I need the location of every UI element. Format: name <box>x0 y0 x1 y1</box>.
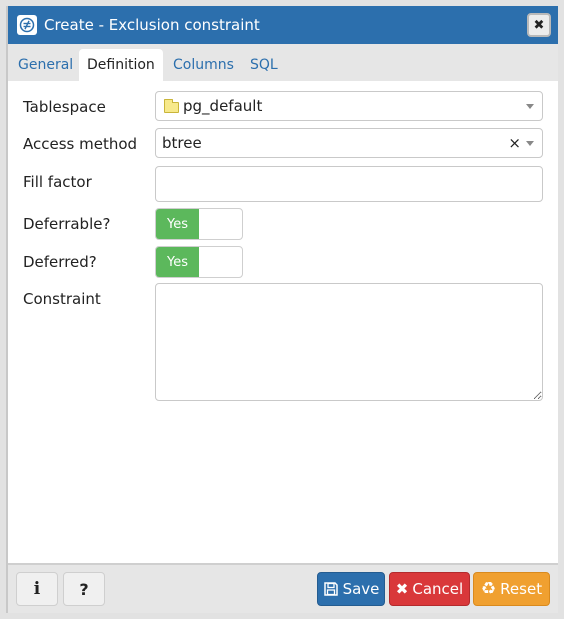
fill-factor-input[interactable] <box>155 166 543 202</box>
deferred-toggle-on: Yes <box>156 247 199 277</box>
tab-bar: General Definition Columns SQL <box>8 44 558 81</box>
tab-general[interactable]: General <box>10 49 81 81</box>
floppy-disk-icon <box>323 581 339 597</box>
definition-panel: Tablespace pg_default Access method btre… <box>8 81 558 563</box>
cancel-button[interactable]: ✖ Cancel <box>389 572 470 606</box>
constraint-textarea[interactable] <box>155 283 543 401</box>
tablespace-select[interactable]: pg_default <box>155 91 543 121</box>
save-button[interactable]: Save <box>317 572 385 606</box>
info-icon: i <box>33 579 41 599</box>
reset-label: Reset <box>500 580 543 598</box>
folder-icon <box>164 98 179 113</box>
reset-button[interactable]: ♻ Reset <box>473 572 550 606</box>
close-icon: ✖ <box>533 17 545 33</box>
close-button[interactable]: ✖ <box>527 13 551 37</box>
cancel-label: Cancel <box>412 580 464 598</box>
fill-factor-label: Fill factor <box>23 173 92 191</box>
help-button[interactable]: ? <box>63 572 105 606</box>
deferrable-toggle-on: Yes <box>156 209 199 239</box>
dialog-title: Create - Exclusion constraint <box>44 16 260 34</box>
tab-definition[interactable]: Definition <box>79 49 163 81</box>
deferred-toggle[interactable]: Yes <box>155 246 243 278</box>
access-method-label: Access method <box>23 135 138 153</box>
access-method-select[interactable]: btree × <box>155 128 543 158</box>
help-icon: ? <box>79 579 89 599</box>
access-method-value: btree <box>162 134 202 152</box>
constraint-label: Constraint <box>23 290 101 308</box>
recycle-icon: ♻ <box>480 579 497 599</box>
clear-icon[interactable]: × <box>508 134 521 152</box>
title-bar: Create - Exclusion constraint ✖ <box>8 6 558 44</box>
chevron-down-icon <box>526 104 534 109</box>
tablespace-value: pg_default <box>183 97 263 115</box>
exclusion-constraint-icon <box>17 15 37 35</box>
tab-columns[interactable]: Columns <box>165 49 242 81</box>
info-button[interactable]: i <box>16 572 58 606</box>
save-label: Save <box>342 580 380 598</box>
footer: i ? Save ✖ Cancel ♻ Reset <box>8 563 558 613</box>
chevron-down-icon <box>526 141 534 146</box>
tablespace-label: Tablespace <box>23 98 106 116</box>
close-icon: ✖ <box>395 580 409 598</box>
deferred-label: Deferred? <box>23 253 97 271</box>
tab-sql[interactable]: SQL <box>242 49 286 81</box>
dialog: Create - Exclusion constraint ✖ General … <box>6 6 558 613</box>
deferrable-label: Deferrable? <box>23 215 111 233</box>
deferrable-toggle[interactable]: Yes <box>155 208 243 240</box>
